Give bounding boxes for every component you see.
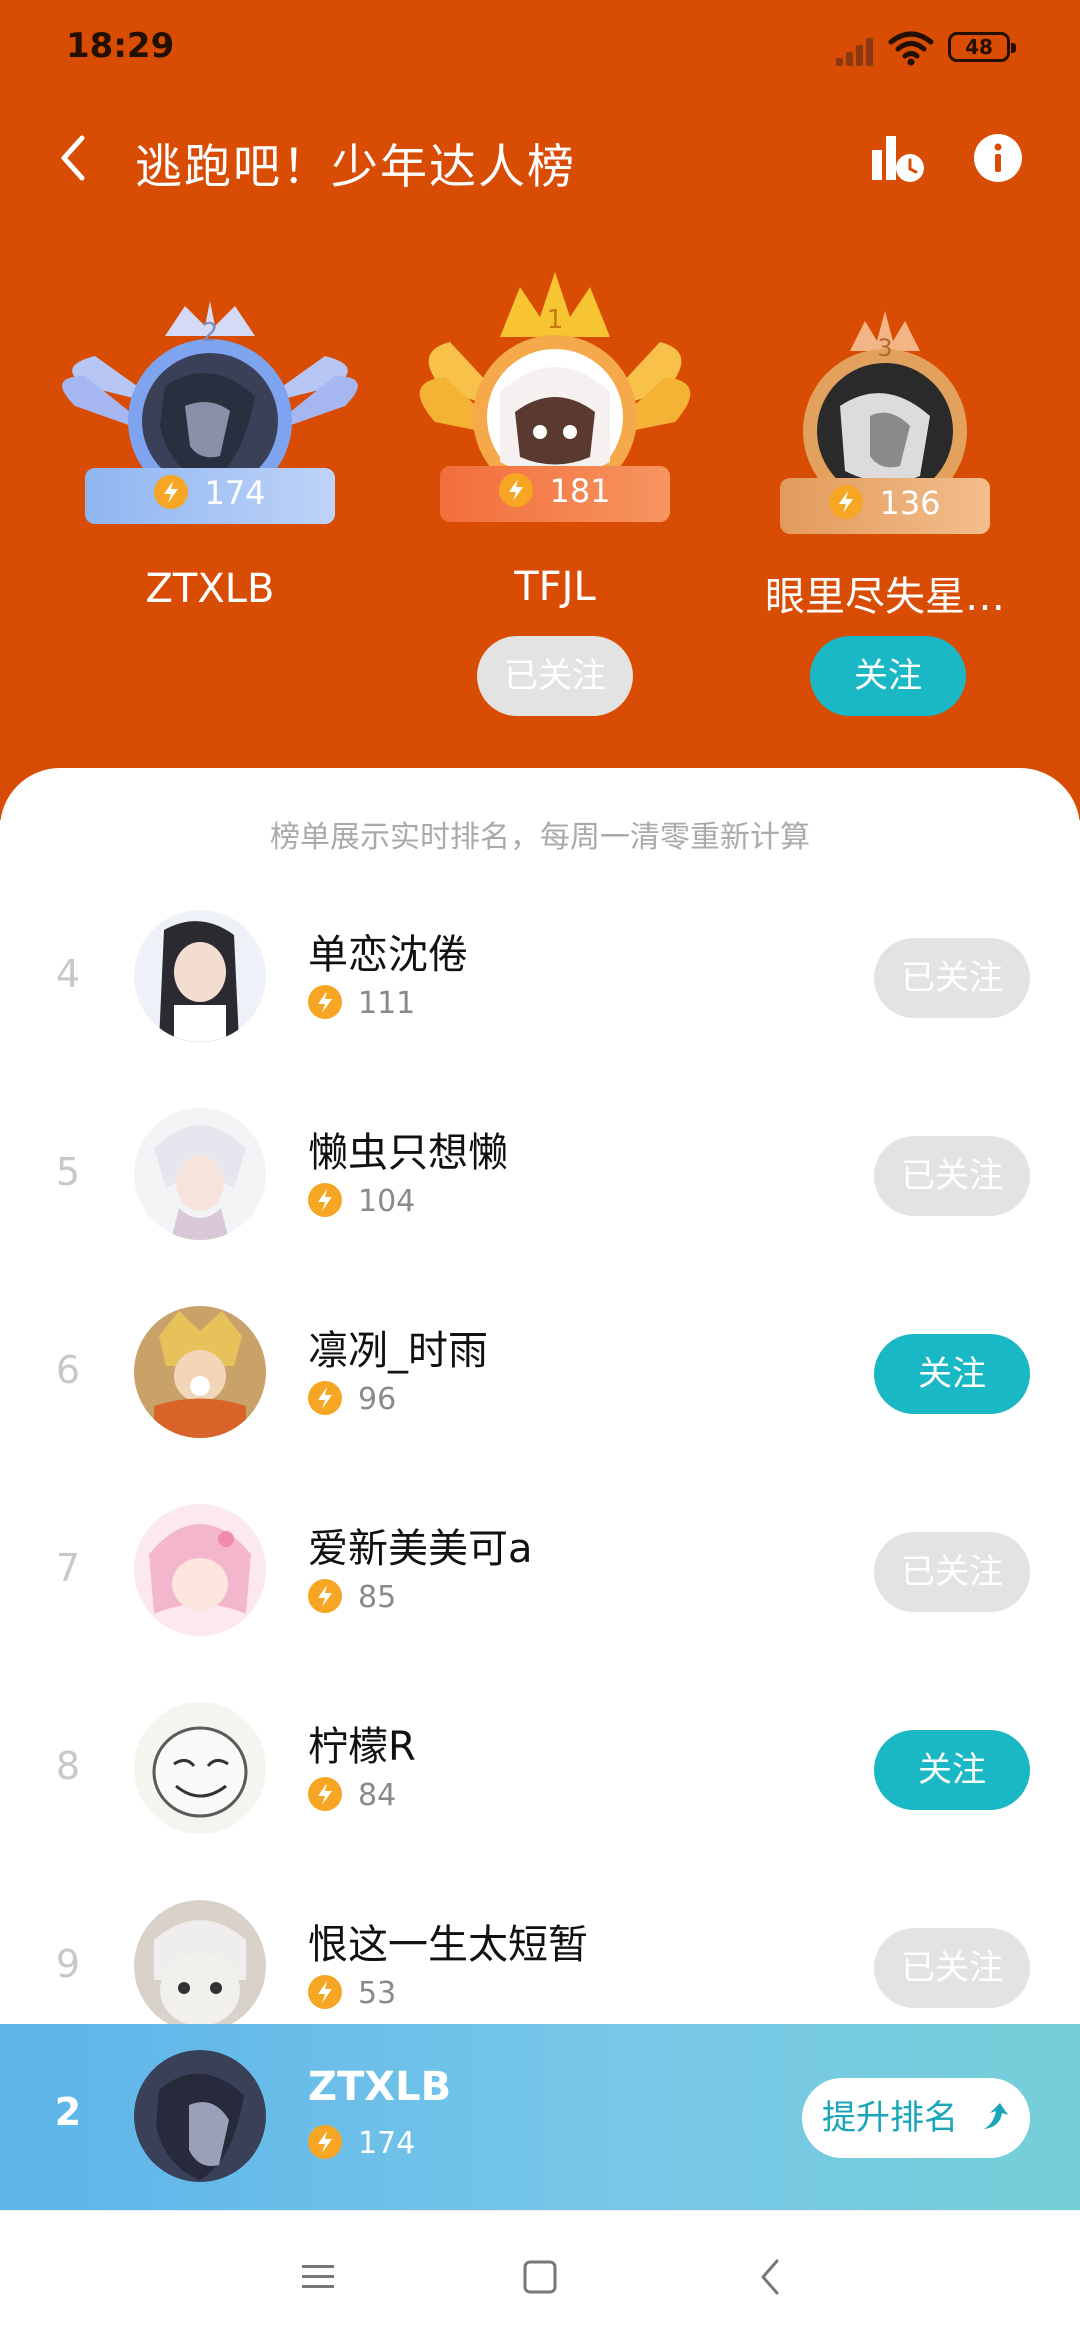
wifi-icon [888,31,934,66]
podium-rank-2[interactable]: 2 174 ZTXLB [45,296,375,626]
back-icon[interactable] [755,2257,785,2297]
followed-button[interactable]: 已关注 [874,1928,1030,2008]
podium-name: 眼里尽失星… [765,574,1005,620]
home-icon[interactable] [520,2257,560,2297]
list-item[interactable]: 6 凛冽_时雨 96 关注 [0,1286,1080,1456]
user-score: 104 [358,1184,416,1219]
my-rank-number: 2 [54,2090,82,2134]
user-score: 174 [358,2126,416,2161]
rank-number: 7 [55,1546,81,1590]
energy-icon [308,984,342,1019]
ranking-notice: 榜单展示实时排名，每周一清零重新计算 [270,820,810,855]
list-item[interactable]: 5 懒虫只想懒 104 已关注 [0,1088,1080,1258]
status-bar: 18:29 48 [0,0,1080,100]
user-name: ZTXLB [308,2064,452,2110]
svg-text:1: 1 [547,305,564,335]
user-score: 53 [358,1976,397,2011]
page-title: 逃跑吧！少年达人榜 [135,140,576,195]
rank-number: 9 [55,1942,81,1986]
followed-button[interactable]: 已关注 [874,1136,1030,1216]
rank-number: 6 [55,1348,81,1392]
podium-score: 136 [879,484,941,522]
energy-icon [829,485,864,519]
signal-icon [836,32,880,66]
followed-button[interactable]: 已关注 [477,636,633,716]
follow-button[interactable]: 关注 [874,1730,1030,1810]
user-score: 111 [358,986,416,1021]
avatar[interactable] [134,1900,266,2032]
list-item[interactable]: 8 柠檬R 84 关注 [0,1682,1080,1852]
energy-icon [308,2124,342,2159]
user-score: 96 [358,1382,397,1417]
podium-score: 174 [204,474,266,512]
user-score: 84 [358,1778,397,1813]
avatar[interactable] [134,910,266,1042]
battery-icon: 48 [948,32,1016,62]
rank-number: 8 [55,1744,81,1788]
menu-icon[interactable] [298,2259,338,2295]
podium-name: TFJL [514,564,596,610]
rank-number: 4 [55,952,81,996]
arrow-up-icon [984,2103,1008,2129]
my-rank-bar: 2 ZTXLB 174 提升排名 [0,2024,1080,2210]
podium-rank-3[interactable]: 3 136 眼里尽失星… 关注 [720,306,1050,726]
podium-rank-1[interactable]: 1 181 TFJL 已关注 [390,262,720,722]
energy-icon [308,1974,342,2009]
chevron-left-icon[interactable] [50,128,100,188]
system-navigation-bar [0,2210,1080,2341]
energy-icon [308,1578,342,1613]
boost-rank-button[interactable]: 提升排名 [802,2078,1030,2158]
followed-button[interactable]: 已关注 [874,938,1030,1018]
energy-icon [154,475,189,509]
podium-score: 181 [549,472,611,510]
user-name: 爱新美美可a [308,1526,533,1572]
list-item[interactable]: 4 单恋沈倦 111 已关注 [0,890,1080,1060]
podium-name: ZTXLB [145,566,275,612]
avatar[interactable] [134,1306,266,1438]
user-name: 恨这一生太短暂 [308,1922,588,1968]
energy-icon [308,1776,342,1811]
status-time: 18:29 [66,26,175,66]
svg-text:2: 2 [202,318,219,348]
info-icon[interactable] [968,128,1028,188]
user-name: 凛冽_时雨 [308,1328,488,1374]
user-score: 85 [358,1580,397,1615]
user-name: 单恋沈倦 [308,932,468,978]
energy-icon [308,1380,342,1415]
avatar[interactable] [134,1504,266,1636]
user-name: 懒虫只想懒 [308,1130,508,1176]
follow-button[interactable]: 关注 [810,636,966,716]
ranking-history-icon[interactable] [868,128,928,188]
energy-icon [499,473,534,507]
list-item[interactable]: 7 爱新美美可a 85 已关注 [0,1484,1080,1654]
follow-button[interactable]: 关注 [874,1334,1030,1414]
followed-button[interactable]: 已关注 [874,1532,1030,1612]
rank-number: 5 [55,1150,81,1194]
avatar[interactable] [134,1108,266,1240]
energy-icon [308,1182,342,1217]
avatar[interactable] [134,2050,266,2182]
boost-rank-label: 提升排名 [822,2098,958,2138]
svg-text:3: 3 [877,334,892,362]
avatar[interactable] [134,1702,266,1834]
user-name: 柠檬R [308,1724,416,1770]
